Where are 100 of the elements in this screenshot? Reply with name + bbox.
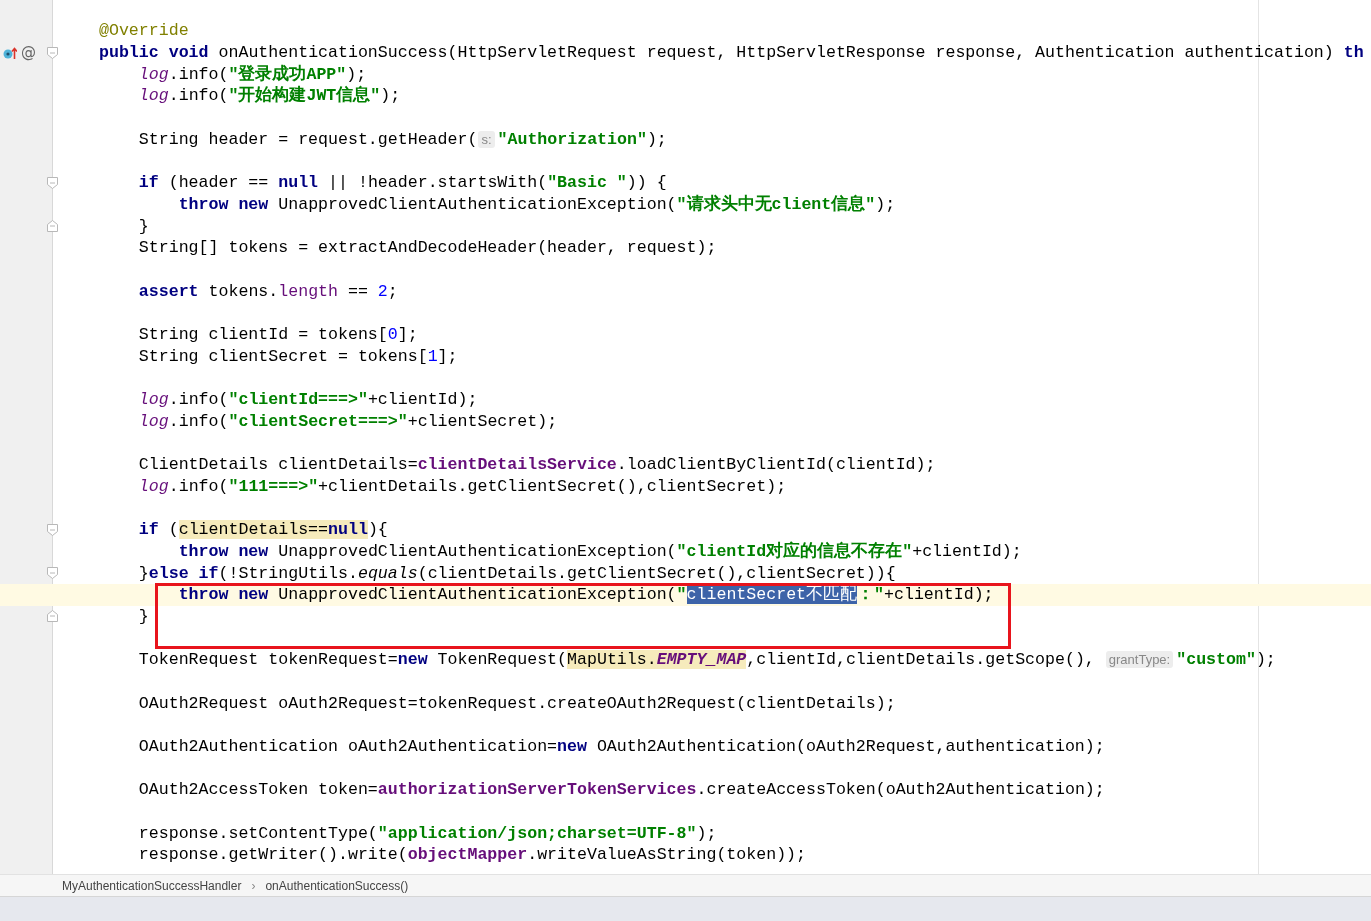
code-token: "Authorization" [497,129,647,149]
code-token: String header = request.getHeader( [137,129,478,149]
code-token: "登录成功APP" [228,64,347,84]
code-token: ); [346,64,367,84]
breadcrumb-separator: › [251,878,256,893]
code-token: ); [1255,650,1276,670]
code-token: +clientId); [367,390,478,410]
code-token: " [676,585,687,605]
code-token: String[] tokens = extractAndDecodeHeader(header, request); [137,238,717,258]
code-token: .info( [168,86,229,106]
code-token: tokens. [207,281,279,301]
parameter-hint: grantType: [1105,651,1174,669]
code-token: length [278,281,338,301]
code-token: else if [148,563,219,583]
override-icon[interactable] [3,45,17,60]
code-token: (!StringUtils. [218,563,358,583]
code-token: } [137,216,149,236]
code-token: new [557,737,587,757]
parameter-hint: s: [478,130,495,148]
code-token: == [346,281,369,301]
fold-icon[interactable] [47,46,58,59]
code-token: 1 [427,346,438,366]
code-token: "Basic " [547,173,627,193]
code-token: null [328,520,368,540]
code-token: if [137,173,159,193]
code-token: || !header.startsWith( [327,173,548,193]
annotation-marker[interactable]: @ [21,45,36,61]
code-token: "开始构建JWT信息" [228,86,381,106]
code-token: 2 [377,281,388,301]
code-token: OAuth2AccessToken token= [137,780,378,800]
code-token: new [397,650,428,670]
code-token: ; [387,281,398,301]
code-token: String clientId = tokens[ [137,324,388,344]
code-token: @Override [99,21,189,41]
code-token: ); [380,86,401,106]
code-token: log [137,64,169,84]
code-token: null [278,173,319,193]
code-token: response.setContentType( [137,823,378,843]
code-token: } [137,563,149,583]
code-token: "custom" [1176,650,1256,670]
code-token: if [137,520,159,540]
code-token: ]; [437,346,458,366]
code-token: ); [646,129,667,149]
code-token: throw new [177,541,269,561]
code-token: )) { [626,173,667,193]
breadcrumb-item[interactable]: onAuthenticationSuccess() [265,878,409,893]
code-token: assert [137,281,199,301]
code-token: "clientId===>" [228,390,368,410]
code-token: log [137,86,169,106]
code-token: .loadClientByClientId(clientId); [616,455,936,475]
code-token: "clientSecret===>" [228,411,408,431]
code-token: "请求头中无client信息" [676,194,876,214]
code-token: ){ [367,520,388,540]
code-token: +clientId); [884,585,994,605]
code-token: +clientDetails.getClientSecret(),clientSecret); [318,476,787,496]
code-token: equals [357,563,418,583]
code-token: TokenRequest( [436,650,568,670]
code-token: objectMapper [407,845,528,865]
code-token: log [137,390,169,410]
code-token: ]; [397,324,418,344]
code-token: String clientSecret = tokens[ [137,346,428,366]
code-token: +clientId); [912,541,1022,561]
code-token: throw new [177,585,269,605]
code-token: log [137,476,169,496]
code-token: .info( [168,64,229,84]
code-token: OAuth2Authentication(oAuth2Request,authentication); [595,737,1105,757]
code-token: ( [167,520,179,540]
code-token: EMPTY_MAP [656,650,747,670]
fold-icon[interactable] [47,523,58,536]
code-token: public void [99,43,209,63]
code-token: ：" [857,585,884,605]
code-token: response.getWriter().write( [137,845,408,865]
code-token: .info( [168,390,229,410]
code-token: OAuth2Authentication oAuth2Authentication= [137,737,558,757]
fold-icon[interactable] [47,567,58,580]
code-token: .createAccessToken(oAuth2Authentication); [696,780,1105,800]
code-token: TokenRequest tokenRequest= [137,650,398,670]
code-token: UnapprovedClientAuthenticationException( [277,541,677,561]
code-token: .info( [168,476,229,496]
code-token: UnapprovedClientAuthenticationException( [277,194,677,214]
code-token: (clientDetails.getClientSecret(),clientSecret)){ [417,563,896,583]
code-token: authorizationServerTokenServices [377,780,697,800]
code-token: (header == [167,173,270,193]
code-token: } [137,606,149,626]
code-token: clientDetails== [178,520,329,540]
breadcrumb-item[interactable]: MyAuthenticationSuccessHandler [62,878,242,893]
fold-icon[interactable] [47,610,58,623]
code-token: th [1343,43,1364,63]
code-token: OAuth2Request oAuth2Request=tokenRequest.createOAuth2Request(clientDetails); [137,693,896,713]
fold-icon[interactable] [47,176,58,189]
code-token: ,clientId,clientDetails.getScope(), [746,650,1096,670]
code-token: log [137,411,169,431]
code-token: .info( [168,411,229,431]
code-token: throw new [177,194,269,214]
code-token: UnapprovedClientAuthenticationException( [277,585,677,605]
code-token: "111===>" [228,476,319,496]
code-token: "application/json;charset=UTF-8" [377,823,697,843]
code-token: ); [696,823,717,843]
code-token: clientDetailsService [417,455,617,475]
fold-icon[interactable] [47,220,58,233]
